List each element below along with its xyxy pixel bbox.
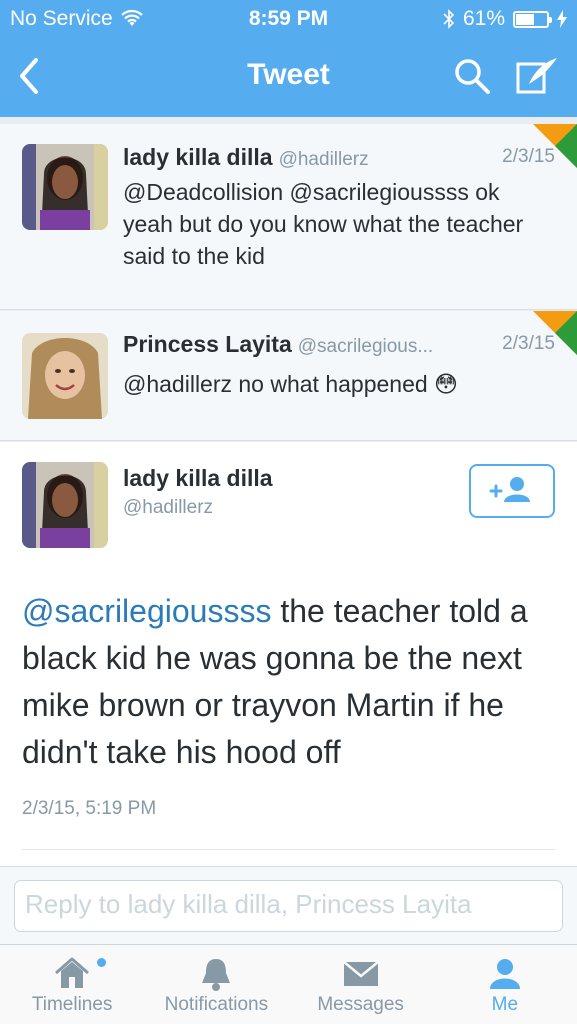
reply-bar: Reply to lady killa dilla, Princess Layi… — [0, 866, 577, 944]
author-name[interactable]: Princess Layita — [123, 331, 292, 357]
tab-messages[interactable]: Messages — [289, 945, 433, 1024]
mention-link[interactable]: @sacrilegioussss — [22, 593, 271, 629]
main-tweet: lady killa dilla @hadillerz @sacrilegiou… — [0, 442, 577, 866]
corner-flag-icon — [533, 311, 577, 355]
avatar[interactable] — [22, 333, 108, 419]
divider — [22, 849, 555, 850]
unread-dot — [97, 958, 106, 967]
compose-button[interactable] — [515, 56, 559, 96]
tab-bar: Timelines Notifications Messages Me — [0, 944, 577, 1024]
tab-label: Notifications — [164, 994, 269, 1015]
chevron-left-icon — [20, 58, 38, 94]
status-bar: No Service 8:59 PM 61% — [0, 0, 577, 36]
avatar[interactable] — [22, 462, 108, 548]
charging-icon — [557, 10, 567, 28]
author-line: Princess Layita @sacrilegious... — [123, 331, 433, 358]
top-bar: No Service 8:59 PM 61% Tweet — [0, 0, 577, 117]
envelope-icon — [342, 961, 379, 986]
bell-icon — [202, 959, 231, 991]
add-user-icon — [489, 477, 530, 502]
follow-button[interactable] — [469, 464, 555, 518]
tweet-text: @hadillerz no what happened 😳 — [123, 371, 459, 397]
author-line: lady killa dilla @hadillerz — [123, 144, 369, 171]
avatar[interactable] — [22, 144, 108, 230]
bluetooth-icon — [443, 9, 455, 29]
battery-icon — [513, 10, 552, 28]
thread-tweet-1[interactable]: lady killa dilla @hadillerz 2/3/15 @Deadc… — [0, 124, 577, 310]
author-name[interactable]: lady killa dilla — [123, 465, 273, 492]
back-button[interactable] — [12, 54, 48, 98]
tab-label: Me — [491, 994, 519, 1015]
compose-icon — [516, 58, 557, 94]
tab-timelines[interactable]: Timelines — [0, 945, 144, 1024]
tweet-text: @Deadcollision @sacrilegioussss ok yeah … — [123, 179, 524, 269]
reply-input[interactable]: Reply to lady killa dilla, Princess Layi… — [14, 880, 563, 932]
battery-percent: 61% — [462, 7, 505, 30]
search-icon — [455, 59, 490, 94]
search-button[interactable] — [452, 56, 492, 96]
person-icon — [489, 959, 520, 989]
navigation-bar: Tweet — [0, 38, 577, 117]
corner-flag-icon — [533, 124, 577, 168]
author-handle: @sacrilegious... — [297, 336, 434, 357]
thread-tweet-2[interactable]: Princess Layita @sacrilegious... 2/3/15 @… — [0, 311, 577, 441]
tab-label: Timelines — [31, 994, 113, 1015]
author-handle: @hadillerz — [278, 149, 369, 170]
tab-notifications[interactable]: Notifications — [144, 945, 288, 1024]
home-icon — [55, 957, 90, 988]
tweet-body: @sacrilegioussss the teacher told a blac… — [22, 588, 562, 776]
author-name[interactable]: lady killa dilla — [123, 144, 273, 170]
tab-me[interactable]: Me — [433, 945, 577, 1024]
tweet-timestamp: 2/3/15, 5:19 PM — [22, 798, 157, 819]
tab-label: Messages — [317, 994, 404, 1015]
author-handle: @hadillerz — [123, 497, 214, 518]
